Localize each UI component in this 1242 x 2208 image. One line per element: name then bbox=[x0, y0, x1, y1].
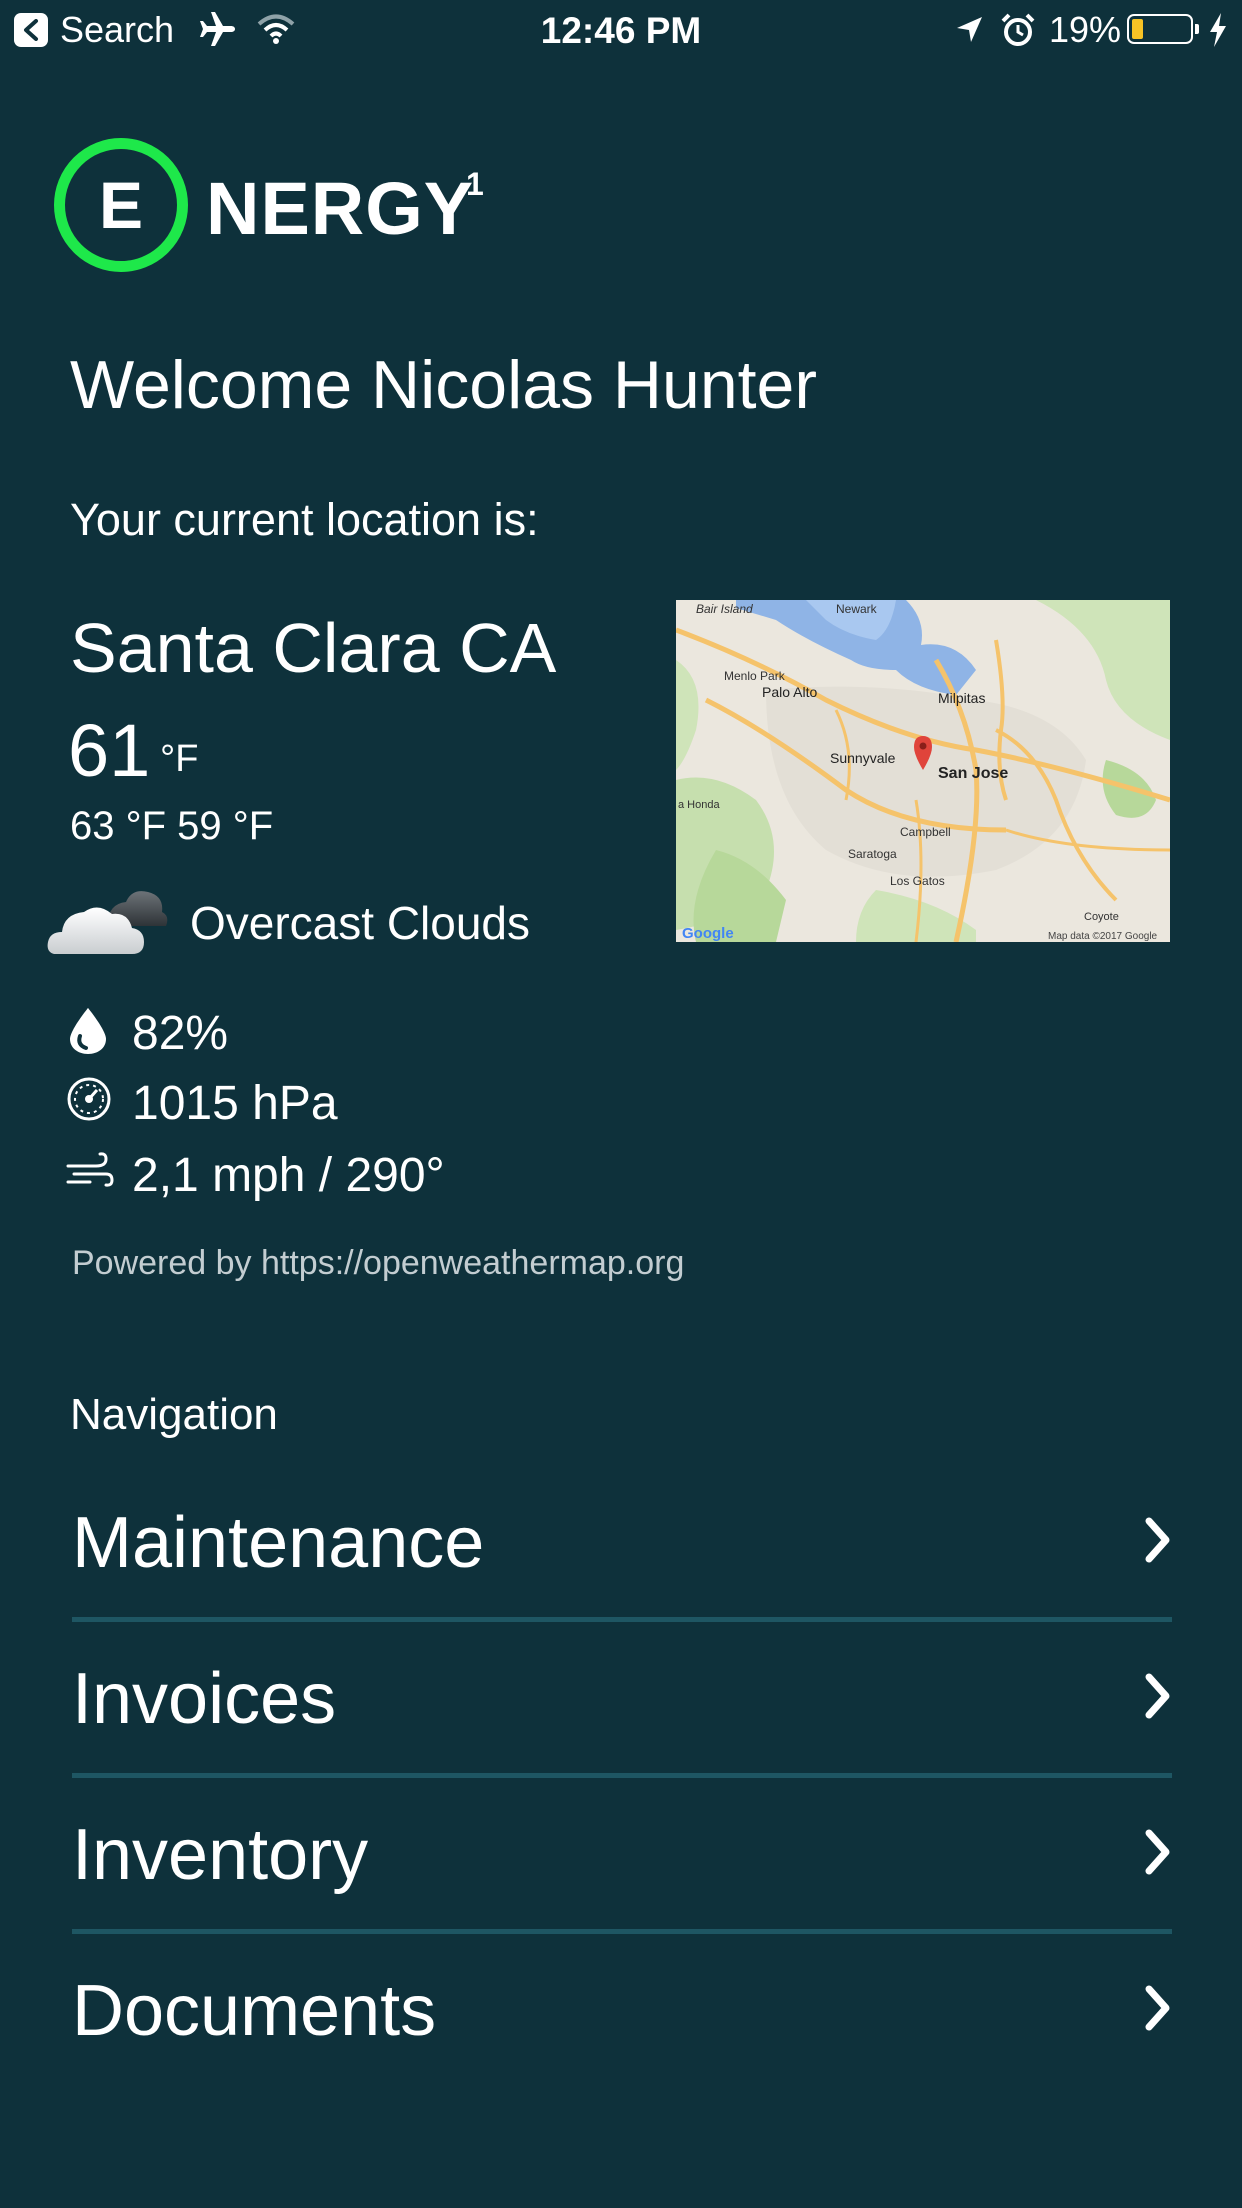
welcome-heading: Welcome Nicolas Hunter bbox=[70, 347, 818, 423]
logo-letter: E bbox=[98, 168, 144, 242]
weather-description: Overcast Clouds bbox=[190, 897, 531, 949]
powered-by-link[interactable]: Powered by https://openweathermap.org bbox=[72, 1244, 684, 1283]
location-arrow-icon bbox=[957, 17, 982, 42]
location-map[interactable]: Bair Island Newark Menlo Park Palo Alto … bbox=[676, 600, 1170, 942]
map-label: a Honda bbox=[678, 799, 720, 811]
wind-icon bbox=[66, 1152, 114, 1187]
humidity-drop-icon bbox=[70, 1008, 106, 1054]
temperature-unit: °F bbox=[160, 738, 199, 780]
nav-item-invoices[interactable]: Invoices bbox=[72, 1620, 1172, 1776]
map-attribution: Map data ©2017 Google bbox=[1048, 931, 1158, 942]
temperature-min-max: 63 °F 59 °F bbox=[70, 804, 274, 848]
nav-item-label: Documents bbox=[72, 1971, 437, 2051]
location-label: Your current location is: bbox=[70, 494, 539, 545]
battery-percent: 19% bbox=[1049, 9, 1122, 50]
pressure-value: 1015 hPa bbox=[132, 1077, 338, 1130]
humidity-value: 82% bbox=[132, 1007, 229, 1060]
city-name: Santa Clara CA bbox=[70, 609, 557, 687]
nav-item-label: Maintenance bbox=[72, 1503, 485, 1583]
map-label: Coyote bbox=[1084, 911, 1119, 923]
chevron-right-icon bbox=[1145, 1985, 1170, 2031]
nav-item-maintenance[interactable]: Maintenance bbox=[72, 1464, 1172, 1620]
logo-text: NERGY bbox=[206, 167, 475, 250]
map-label: Los Gatos bbox=[890, 874, 945, 888]
navigation-heading: Navigation bbox=[70, 1390, 278, 1439]
overcast-cloud-icon bbox=[47, 891, 168, 954]
nav-item-inventory[interactable]: Inventory bbox=[72, 1776, 1172, 1932]
map-label: Bair Island bbox=[696, 602, 753, 616]
map-label: Sunnyvale bbox=[830, 750, 896, 766]
charging-bolt-icon bbox=[1210, 13, 1226, 47]
google-logo: Google bbox=[682, 925, 734, 942]
map-label: San Jose bbox=[938, 765, 1008, 782]
current-temperature: 61 bbox=[68, 709, 151, 792]
nav-item-label: Inventory bbox=[72, 1815, 369, 1895]
map-label: Menlo Park bbox=[724, 669, 786, 683]
status-bar: Search 12:46 PM 19% bbox=[0, 0, 1242, 60]
nav-item-label: Invoices bbox=[72, 1659, 337, 1739]
map-label: Campbell bbox=[900, 825, 951, 839]
logo-superscript: 1 bbox=[466, 166, 484, 202]
wind-value: 2,1 mph / 290° bbox=[132, 1149, 445, 1202]
chevron-right-icon bbox=[1145, 1517, 1170, 1563]
nav-item-documents[interactable]: Documents bbox=[72, 1932, 1172, 2088]
alarm-icon bbox=[1001, 13, 1035, 46]
map-label: Palo Alto bbox=[762, 684, 817, 700]
battery-icon bbox=[1127, 14, 1199, 44]
map-label: Saratoga bbox=[848, 847, 897, 861]
pressure-gauge-icon bbox=[67, 1077, 111, 1121]
battery-level-fill bbox=[1132, 19, 1143, 39]
chevron-right-icon bbox=[1145, 1829, 1170, 1875]
map-label: Milpitas bbox=[938, 690, 985, 706]
chevron-right-icon bbox=[1145, 1673, 1170, 1719]
map-label: Newark bbox=[836, 602, 878, 616]
